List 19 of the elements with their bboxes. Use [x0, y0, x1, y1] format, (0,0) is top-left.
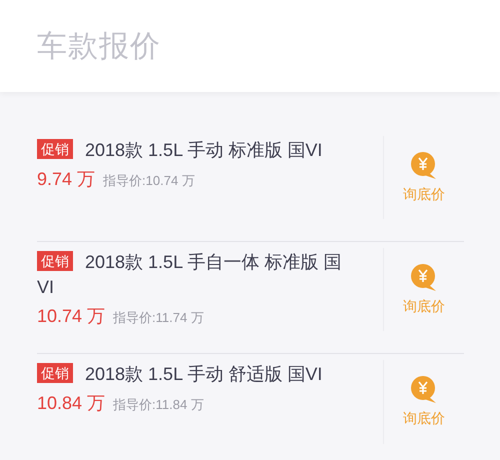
ask-price-link[interactable]: 询底价 — [403, 410, 445, 428]
model-name: 促销 2018款 1.5L 手自一体 标准版 国VI — [37, 250, 342, 299]
price: 9.74 万 — [37, 168, 96, 191]
price-bubble-icon — [410, 152, 438, 180]
guide-price: 指导价:11.84 万 — [113, 396, 204, 414]
price: 10.84 万 — [37, 392, 106, 415]
promo-tag: 促销 — [37, 139, 73, 159]
ask-price-link[interactable]: 询底价 — [403, 298, 445, 316]
promo-tag: 促销 — [37, 363, 73, 383]
ask-price-link[interactable]: 询底价 — [403, 186, 445, 204]
page-title: 车款报价 — [37, 28, 161, 64]
price-bubble-icon — [410, 264, 438, 292]
guide-price: 指导价:11.74 万 — [113, 309, 204, 327]
guide-price: 指导价:10.74 万 — [103, 172, 195, 190]
model-name: 促销 2018款 1.5L 手动 舒适版 国VI — [37, 362, 357, 387]
price: 10.74 万 — [37, 305, 106, 328]
model-name: 促销 2018款 1.5L 手动 标准版 国VI — [37, 138, 357, 163]
promo-tag: 促销 — [37, 251, 73, 271]
price-bubble-icon — [410, 376, 438, 404]
